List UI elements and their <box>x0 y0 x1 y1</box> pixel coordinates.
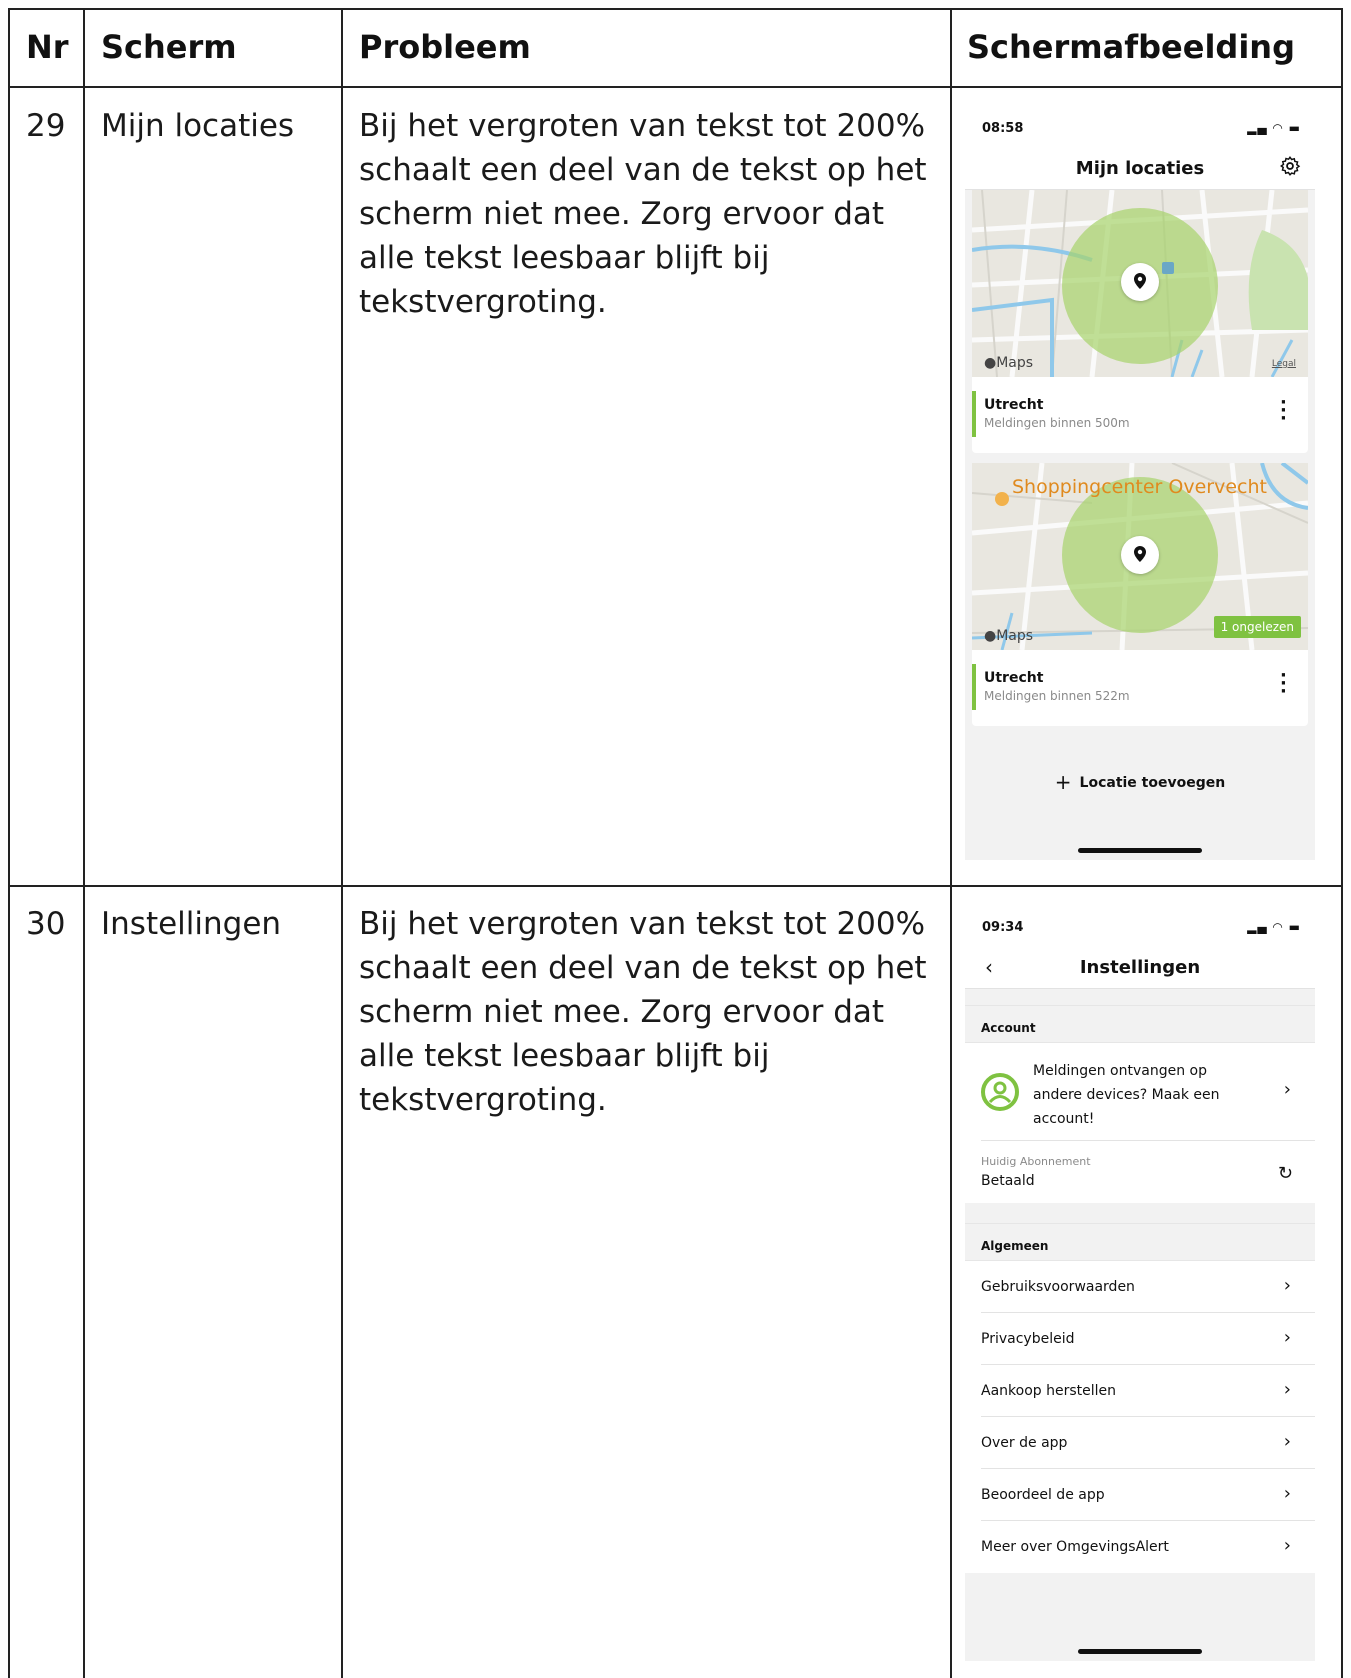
row-problem-text: Bij het vergroten van tekst tot 200% sch… <box>359 108 927 320</box>
location-name: Utrecht <box>984 397 1044 413</box>
user-avatar-icon <box>981 1073 1019 1111</box>
row-number: 30 <box>26 906 66 942</box>
settings-item-meer-over-omgevingsalert[interactable]: Meer over OmgevingsAlert › <box>965 1521 1315 1573</box>
subscription-value: Betaald <box>981 1173 1035 1189</box>
subscription-row: Huidig Abonnement Betaald ↻ <box>965 1141 1315 1203</box>
row-divider <box>8 885 1343 887</box>
status-time: 08:58 <box>982 121 1024 136</box>
header-nr: Nr <box>26 28 69 66</box>
status-time: 09:34 <box>982 920 1024 935</box>
map-legal-link[interactable]: Legal <box>1272 359 1296 369</box>
column-divider <box>341 8 343 1678</box>
home-indicator <box>1078 848 1202 853</box>
gear-icon[interactable] <box>1279 155 1301 177</box>
section-header-account: Account <box>965 1005 1315 1043</box>
location-card[interactable]: Utrecht Meldingen binnen 500m · · · <box>972 377 1308 453</box>
unread-badge: 1 ongelezen <box>1213 616 1301 638</box>
add-location-label: Locatie toevoegen <box>1079 775 1226 791</box>
row-screen-name: Mijn locaties <box>101 108 295 144</box>
card-accent-bar <box>972 664 976 710</box>
settings-item-label: Over de app <box>981 1435 1068 1451</box>
settings-item-label: Privacybeleid <box>981 1331 1075 1347</box>
table-border-right <box>1341 8 1343 1678</box>
card-accent-bar <box>972 391 976 437</box>
create-account-row[interactable]: Meldingen ontvangen op andere devices? M… <box>965 1043 1315 1141</box>
location-pin-icon <box>1121 263 1159 301</box>
column-divider <box>83 8 85 1678</box>
settings-item-gebruiksvoorwaarden[interactable]: Gebruiksvoorwaarden › <box>965 1261 1315 1313</box>
create-account-text: Meldingen ontvangen op andere devices? M… <box>1033 1063 1220 1127</box>
settings-item-over-de-app[interactable]: Over de app › <box>965 1417 1315 1469</box>
settings-item-privacybeleid[interactable]: Privacybeleid › <box>965 1313 1315 1365</box>
location-radius: Meldingen binnen 500m <box>984 416 1130 430</box>
column-divider <box>950 8 952 1678</box>
section-header-algemeen: Algemeen <box>965 1223 1315 1261</box>
chevron-right-icon: › <box>1283 1431 1291 1452</box>
chevron-right-icon: › <box>1283 1379 1291 1400</box>
apple-maps-logo: ●Maps <box>984 355 1034 371</box>
chevron-right-icon: › <box>1283 1275 1291 1296</box>
status-bar: 09:34 ▂▄ ◠ ▬ <box>965 905 1315 945</box>
row-problem-text: Bij het vergroten van tekst tot 200% sch… <box>359 906 927 1118</box>
page-title: Instellingen <box>1079 957 1201 978</box>
header-probleem: Probleem <box>359 28 531 66</box>
location-radius: Meldingen binnen 522m <box>984 689 1130 703</box>
more-options-icon[interactable]: · · · <box>1280 667 1287 701</box>
header-schermafbeelding: Schermafbeelding <box>967 28 1295 66</box>
header-divider <box>8 86 1343 88</box>
subscription-label: Huidig Abonnement <box>981 1155 1091 1168</box>
location-name: Utrecht <box>984 670 1044 686</box>
location-map[interactable]: Shoppingcenter Overvecht ●Maps 1 ongelez… <box>972 463 1308 650</box>
location-pin-icon <box>1121 536 1159 574</box>
location-map[interactable]: ●Maps Legal <box>972 190 1308 377</box>
page-title: Mijn locaties <box>1075 158 1205 179</box>
chevron-right-icon: › <box>1283 1079 1291 1100</box>
settings-item-aankoop-herstellen[interactable]: Aankoop herstellen › <box>965 1365 1315 1417</box>
table-border-left <box>8 8 10 1678</box>
home-indicator <box>1078 1649 1202 1654</box>
status-bar: 08:58 ▂▄ ◠ ▬ <box>965 106 1315 146</box>
map-place-label: Shoppingcenter Overvecht <box>1012 476 1267 498</box>
chevron-right-icon: › <box>1283 1535 1291 1556</box>
settings-item-label: Meer over OmgevingsAlert <box>981 1539 1169 1555</box>
refresh-icon[interactable]: ↻ <box>1278 1163 1293 1184</box>
screenshot-instellingen: 09:34 ▂▄ ◠ ▬ ‹ Instellingen Account Meld… <box>965 905 1315 1661</box>
screenshot-mijn-locaties: 08:58 ▂▄ ◠ ▬ Mijn locaties ●Maps Legal U… <box>965 106 1315 860</box>
row-screen-name: Instellingen <box>101 906 282 942</box>
signal-wifi-battery-icon: ▂▄ ◠ ▬ <box>1247 121 1301 135</box>
settings-item-label: Beoordeel de app <box>981 1487 1105 1503</box>
nav-bar: Mijn locaties <box>965 146 1315 190</box>
chevron-right-icon: › <box>1283 1327 1291 1348</box>
header-scherm: Scherm <box>101 28 237 66</box>
settings-item-beoordeel-de-app[interactable]: Beoordeel de app › <box>965 1469 1315 1521</box>
add-location-button[interactable]: + Locatie toevoegen <box>965 770 1315 794</box>
plus-icon: + <box>1054 770 1072 794</box>
chevron-right-icon: › <box>1283 1483 1291 1504</box>
table-border-top <box>8 8 1343 10</box>
row-number: 29 <box>26 108 66 144</box>
signal-wifi-battery-icon: ▂▄ ◠ ▬ <box>1247 920 1301 934</box>
location-card[interactable]: Utrecht Meldingen binnen 522m · · · <box>972 650 1308 726</box>
settings-item-label: Aankoop herstellen <box>981 1383 1117 1399</box>
apple-maps-logo: ●Maps <box>984 628 1034 644</box>
nav-bar: ‹ Instellingen <box>965 945 1315 989</box>
more-options-icon[interactable]: · · · <box>1280 394 1287 428</box>
settings-item-label: Gebruiksvoorwaarden <box>981 1279 1135 1295</box>
